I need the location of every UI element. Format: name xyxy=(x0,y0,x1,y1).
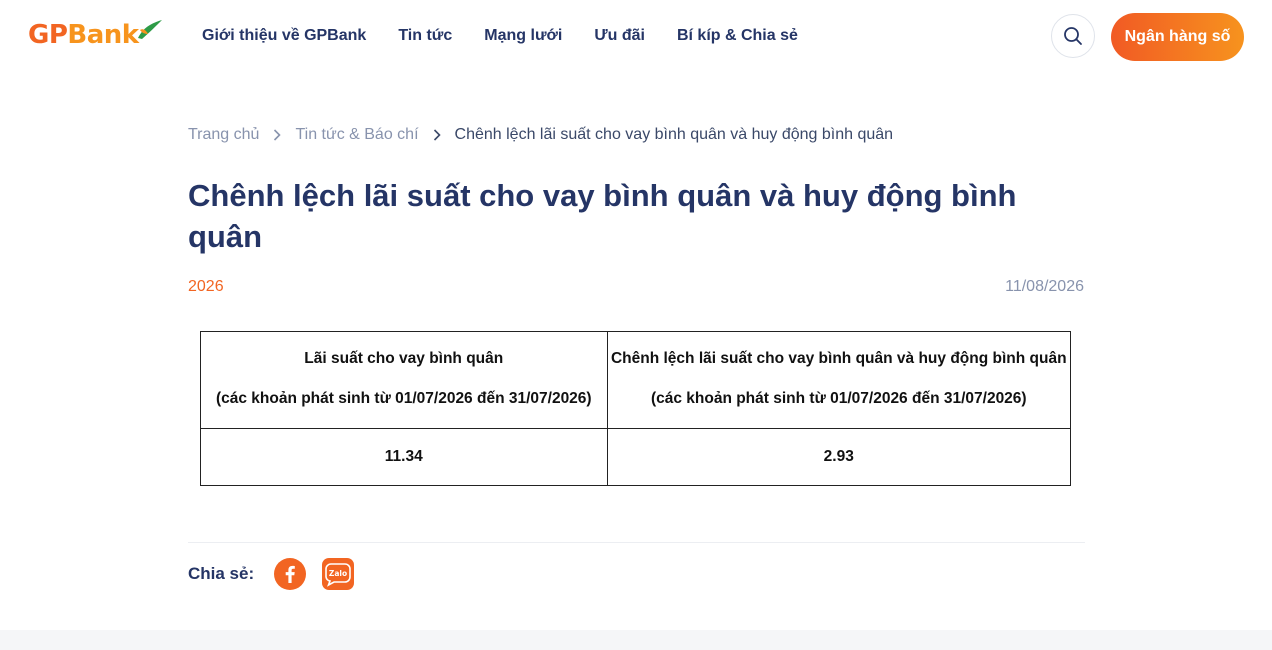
search-button[interactable] xyxy=(1051,14,1095,58)
header-period: (các khoản phát sinh từ 01/07/2026 đến 3… xyxy=(215,390,592,407)
header-title: Chênh lệch lãi suất cho vay bình quân và… xyxy=(610,350,1067,367)
logo-wordmark: GPBank xyxy=(28,18,139,52)
breadcrumb-news[interactable]: Tin tức & Báo chí xyxy=(295,125,418,145)
nav-bi-kip[interactable]: Bí kíp & Chia sẻ xyxy=(677,26,798,46)
chevron-right-icon xyxy=(273,129,282,141)
divider xyxy=(188,542,1085,543)
logo-gp: GP xyxy=(28,20,68,50)
page-title: Chênh lệch lãi suất cho vay bình quân và… xyxy=(188,178,1017,254)
article-category[interactable]: 2026 xyxy=(188,278,224,296)
header-title: Lãi suất cho vay bình quân xyxy=(304,350,504,367)
search-icon xyxy=(1064,27,1082,45)
zalo-text: Zalo xyxy=(329,569,347,578)
rate-spread-value: 2.93 xyxy=(606,428,1072,486)
breadcrumb: Trang chủ Tin tức & Báo chí Chênh lệch l… xyxy=(188,125,893,145)
nav-uu-dai[interactable]: Ưu đãi xyxy=(594,26,645,46)
footer-band xyxy=(0,630,1272,650)
lending-rate-value: 11.34 xyxy=(200,428,608,486)
gpbank-logo[interactable]: GPBank xyxy=(28,18,162,52)
article-date: 11/08/2026 xyxy=(1005,278,1084,295)
digital-banking-button[interactable]: Ngân hàng số xyxy=(1111,13,1244,61)
logo-bank: Bank xyxy=(67,20,139,50)
share-label: Chia sẻ: xyxy=(188,564,255,583)
header-period: (các khoản phát sinh từ 01/07/2026 đến 3… xyxy=(650,390,1027,407)
leaf-icon xyxy=(138,20,162,39)
breadcrumb-home[interactable]: Trang chủ xyxy=(188,125,259,145)
nav-gioi-thieu[interactable]: Giới thiệu về GPBank xyxy=(202,26,366,46)
table-header-cell: Chênh lệch lãi suất cho vay bình quân và… xyxy=(606,331,1072,429)
breadcrumb-current: Chênh lệch lãi suất cho vay bình quân và… xyxy=(454,126,894,143)
table-row: 11.34 2.93 xyxy=(200,428,1072,486)
table-header-cell: Lãi suất cho vay bình quân (các khoản ph… xyxy=(200,331,608,429)
share-bar: Chia sẻ: Zalo xyxy=(188,558,370,590)
table-header-row: Lãi suất cho vay bình quân (các khoản ph… xyxy=(200,331,1072,429)
facebook-icon[interactable] xyxy=(274,558,307,590)
site-header: GPBank Giới thiệu về GPBank Tin tức Mạng… xyxy=(0,0,1272,76)
interest-rate-table: Lãi suất cho vay bình quân (các khoản ph… xyxy=(200,331,1072,486)
chevron-right-icon xyxy=(433,129,441,141)
nav-tin-tuc[interactable]: Tin tức xyxy=(398,26,452,46)
nav-mang-luoi[interactable]: Mạng lưới xyxy=(484,26,562,46)
zalo-icon[interactable]: Zalo xyxy=(322,558,355,590)
main-nav: Giới thiệu về GPBank Tin tức Mạng lưới Ư… xyxy=(202,26,830,46)
